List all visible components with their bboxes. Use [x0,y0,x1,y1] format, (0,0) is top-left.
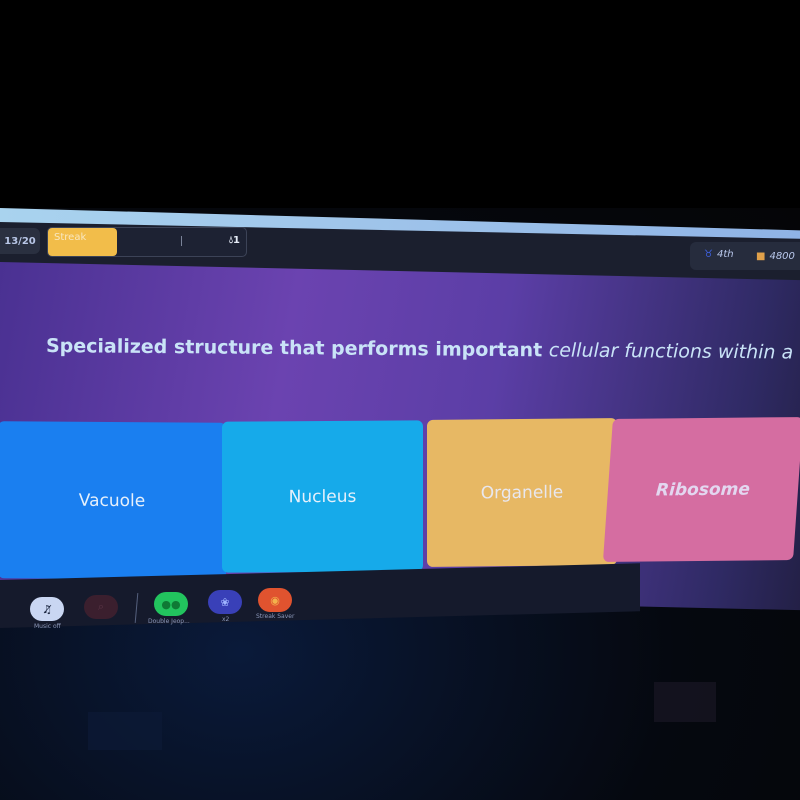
streak-fill: Streak [48,228,118,256]
powerup-streak-saver[interactable]: ◉ [258,588,292,612]
streak-label: Streak [54,232,87,243]
question-counter: 13/20 [0,228,40,254]
zoom-icon: ⌕ [97,600,105,613]
powerup-x2[interactable]: ❀ [208,590,242,614]
answer-label: Organelle [480,482,564,503]
answer-option-2[interactable]: Nucleus [222,420,423,573]
answer-label: Nucleus [288,486,357,507]
streak-count-value: 1 [233,235,240,246]
music-off-icon: ♫̸ [42,602,52,616]
x2-icon: ❀ [220,595,230,609]
streak-saver-icon: ◉ [270,593,280,607]
answer-option-1[interactable]: Vacuole [0,421,226,580]
zoom-button[interactable]: ⌕ [84,595,118,619]
points: ■ 4800 [756,251,795,262]
music-toggle-button[interactable]: ♫̸ [30,597,64,621]
music-label: Music off [34,623,61,630]
answer-option-4[interactable]: Ribosome [602,417,800,562]
powerup-label: x2 [222,616,230,623]
coins-icon: ■ [756,251,766,262]
rank: ♉︎ 4th [704,249,734,260]
powerup-double-jeopardy[interactable]: ●● [154,592,188,616]
answer-label: Ribosome [655,479,751,500]
streak-tick [181,236,182,246]
streak-count: 💧︎1 [229,235,240,246]
powerup-label: Double Jeop... [148,618,190,625]
question-text-regular: Specialized structure that performs impo… [45,335,549,362]
background-reflection [654,682,716,722]
player-stats: ♉︎ 4th ■ 4800 [690,242,800,270]
background-reflection [88,712,162,750]
rank-value: 4th [716,249,734,260]
answer-option-3[interactable]: Organelle [427,418,617,567]
double-jeopardy-icon: ●● [161,597,181,611]
medal-icon: ♉︎ [704,249,713,260]
streak-meter: Streak 💧︎1 [47,227,247,257]
points-value: 4800 [769,251,795,262]
powerup-label: Streak Saver [256,613,295,620]
question-text-italic: cellular functions within a cell [548,339,800,364]
answer-label: Vacuole [78,490,146,511]
